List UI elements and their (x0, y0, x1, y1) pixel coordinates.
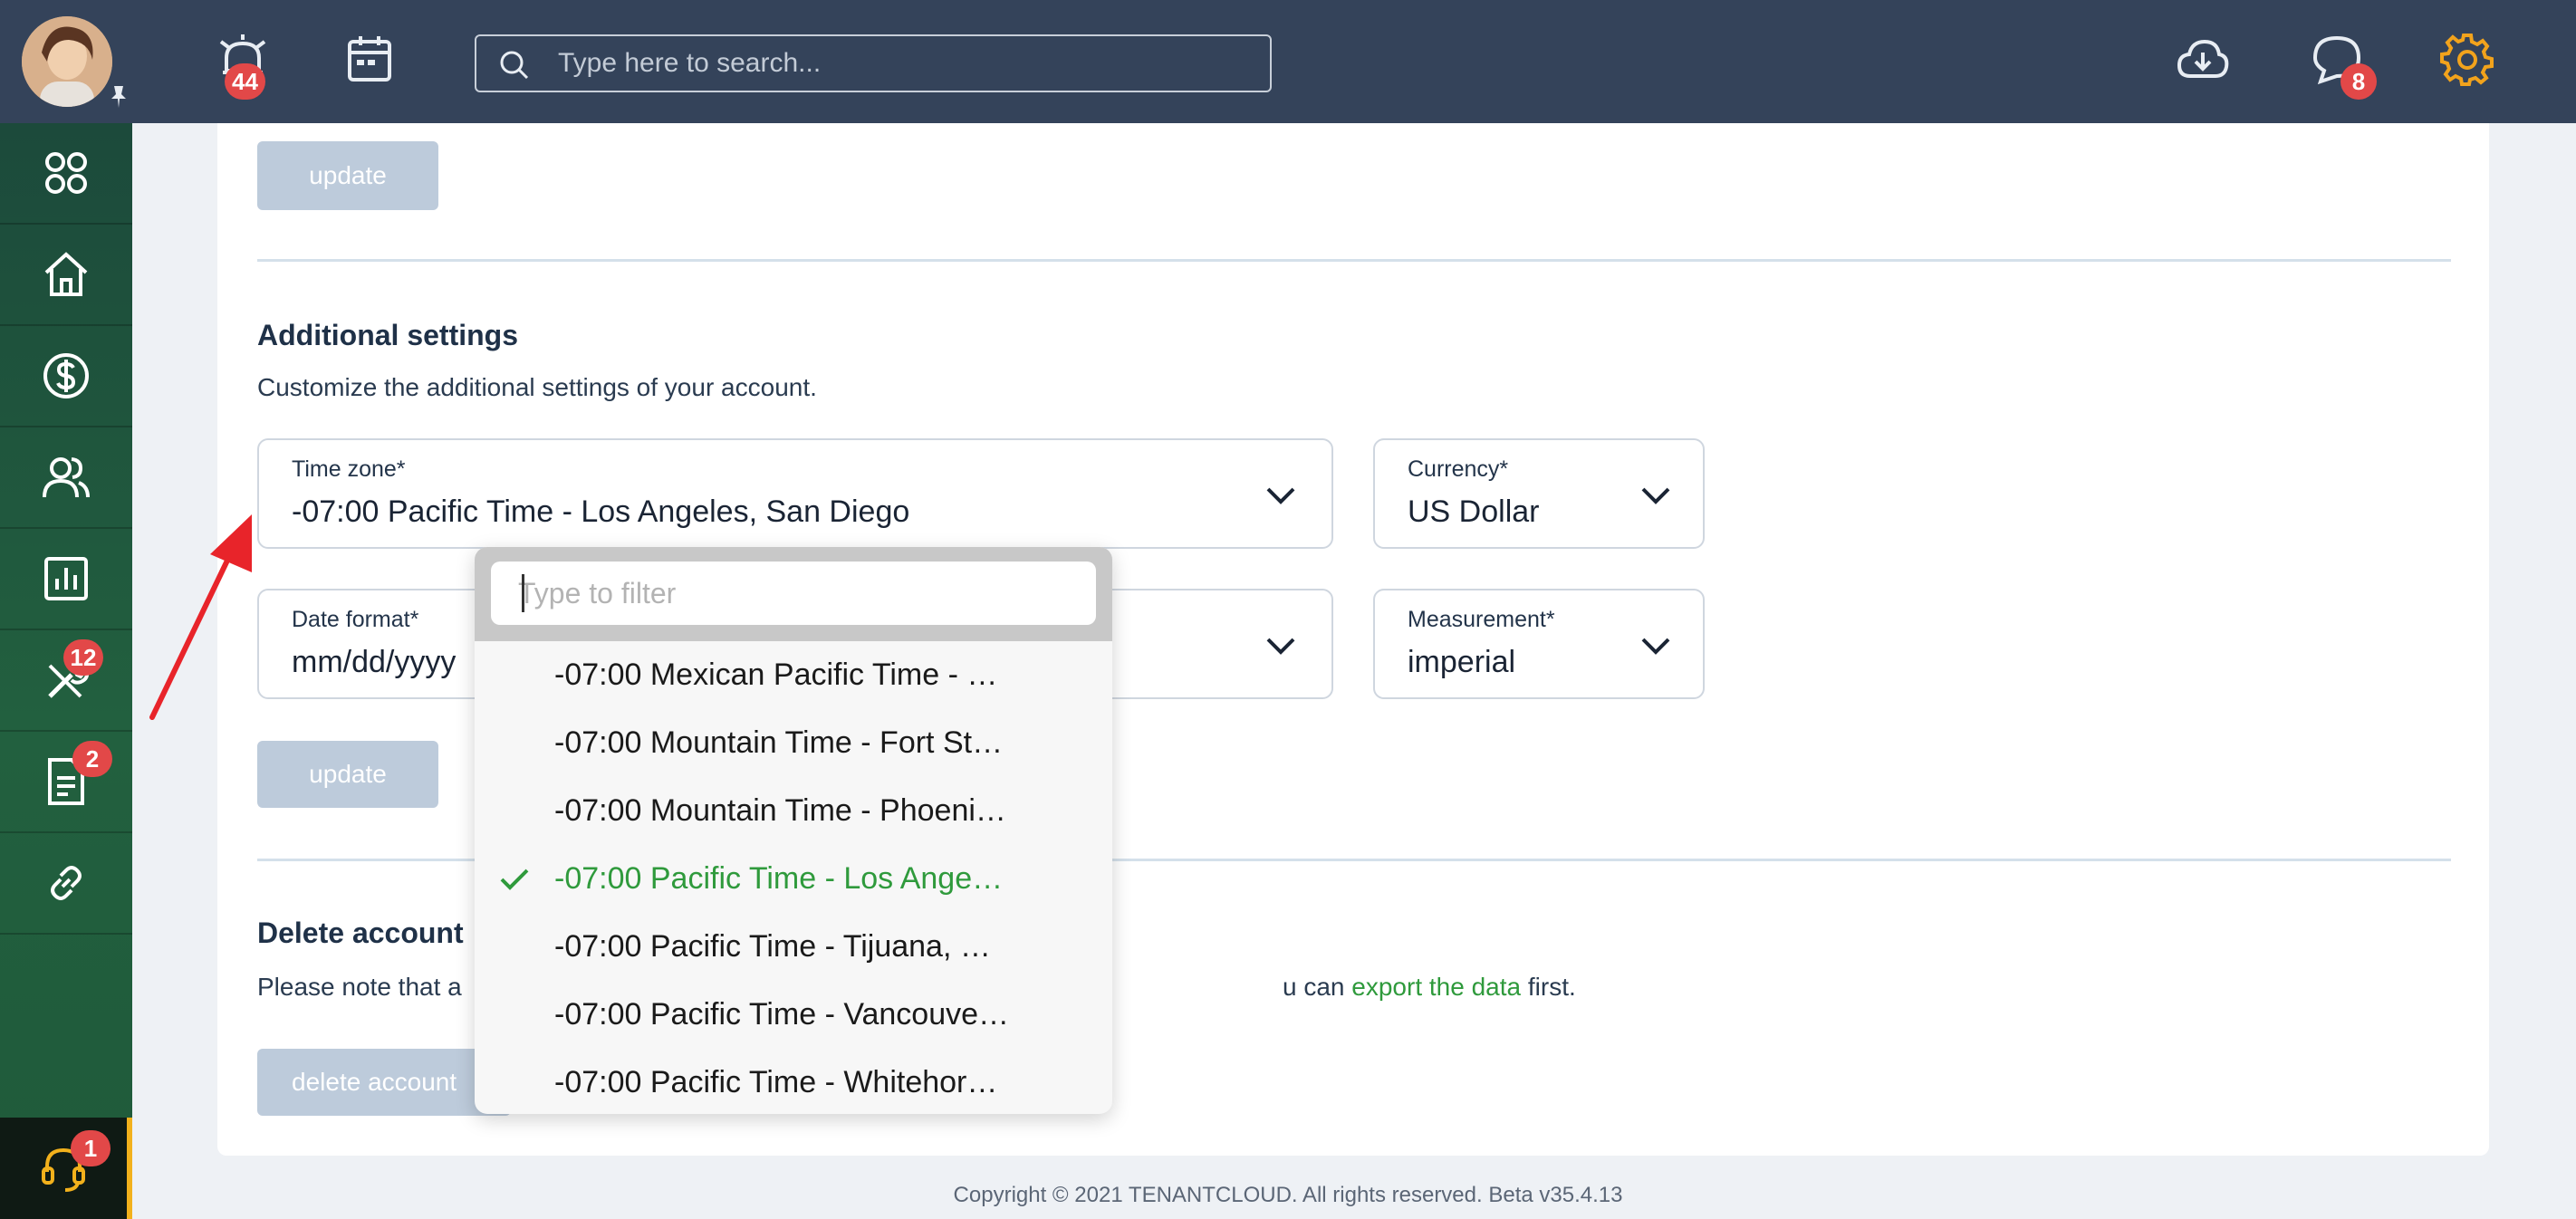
timezone-option-selected[interactable]: -07:00 Pacific Time - Los Ange… (475, 845, 1112, 913)
sidebar-item-dashboard[interactable] (0, 123, 132, 225)
additional-settings-title: Additional settings (257, 319, 518, 351)
search-box[interactable] (475, 34, 1272, 92)
people-icon (43, 457, 90, 498)
currency-value: US Dollar (1408, 494, 1540, 529)
sidebar-item-maintenance[interactable]: 12 (0, 630, 132, 732)
top-bar: 44 8 (0, 0, 2576, 123)
update-button-top[interactable]: update (257, 141, 438, 210)
timezone-option[interactable]: -07:00 Pacific Time - Whitehor… (475, 1049, 1112, 1114)
home-icon (44, 252, 88, 296)
maintenance-badge: 12 (63, 639, 103, 676)
messages-badge: 8 (2341, 63, 2377, 100)
annotation-arrow (149, 514, 252, 720)
export-data-link[interactable]: export the data (1351, 973, 1521, 1001)
timezone-option-label: -07:00 Pacific Time - Tijuana, … (554, 929, 991, 964)
timezone-option-label: -07:00 Mexican Pacific Time - … (554, 657, 998, 692)
delete-account-title: Delete account (257, 917, 464, 949)
calendar-icon[interactable] (341, 31, 399, 89)
timezone-dropdown: -07:00 Mexican Pacific Time - … -07:00 M… (475, 547, 1112, 1114)
update-button[interactable]: update (257, 741, 438, 808)
measurement-value: imperial (1408, 645, 1516, 679)
filter-input[interactable] (491, 562, 1096, 625)
timezone-option[interactable]: -07:00 Pacific Time - Tijuana, … (475, 913, 1112, 981)
timezone-option-label: -07:00 Pacific Time - Vancouve… (554, 997, 1010, 1032)
search-input[interactable] (558, 43, 1246, 83)
sidebar-item-accounting[interactable] (0, 326, 132, 427)
support-badge: 1 (71, 1130, 111, 1166)
timezone-label: Time zone* (292, 456, 406, 482)
currency-select[interactable]: Currency* US Dollar (1373, 438, 1705, 549)
chevron-down-icon (1641, 487, 1670, 504)
apps-icon (45, 152, 87, 194)
additional-settings-description: Customize the additional settings of you… (257, 373, 817, 401)
section-divider (257, 259, 2451, 262)
user-avatar[interactable] (22, 16, 112, 107)
link-icon (51, 866, 82, 900)
dollar-icon (43, 353, 89, 398)
dropdown-filter-area (475, 547, 1112, 641)
timezone-option[interactable]: -07:00 Pacific Time - Vancouve… (475, 981, 1112, 1049)
sidebar: 12 2 1 (0, 123, 132, 1219)
chevron-down-icon (1266, 487, 1295, 504)
timezone-option-label: -07:00 Pacific Time - Los Ange… (554, 861, 1004, 896)
sidebar-item-properties[interactable] (0, 225, 132, 326)
gear-icon[interactable] (2438, 31, 2496, 89)
timezone-option[interactable]: -07:00 Mexican Pacific Time - … (475, 641, 1112, 709)
check-icon (500, 869, 529, 890)
search-icon (500, 51, 529, 80)
sidebar-item-documents[interactable]: 2 (0, 732, 132, 833)
delete-account-text-end: u can export the data first. (1283, 973, 1576, 1002)
timezone-option[interactable]: -07:00 Mountain Time - Phoeni… (475, 777, 1112, 845)
delete-account-button[interactable]: delete account (257, 1049, 511, 1116)
pin-icon (111, 86, 126, 108)
delete-text-mid: u can (1283, 973, 1352, 1001)
sidebar-item-reports[interactable] (0, 529, 132, 630)
delete-text-tail: first. (1521, 973, 1576, 1001)
chart-icon (44, 557, 88, 600)
timezone-option-label: -07:00 Mountain Time - Phoeni… (554, 793, 1006, 828)
sidebar-item-links[interactable] (0, 833, 132, 935)
footer-copyright: Copyright © 2021 TENANTCLOUD. All rights… (953, 1183, 1623, 1207)
timezone-option[interactable]: -07:00 Mountain Time - Fort St… (475, 709, 1112, 777)
currency-label: Currency* (1408, 456, 1509, 482)
timezone-option-label: -07:00 Mountain Time - Fort St… (554, 725, 1004, 760)
sidebar-item-contacts[interactable] (0, 427, 132, 529)
chevron-down-icon (1266, 638, 1295, 655)
cloud-download-icon[interactable] (2174, 31, 2232, 89)
timezone-select[interactable]: Time zone* -07:00 Pacific Time - Los Ang… (257, 438, 1333, 549)
timezone-option-label: -07:00 Pacific Time - Whitehor… (554, 1065, 998, 1099)
timezone-value: -07:00 Pacific Time - Los Angeles, San D… (292, 494, 910, 529)
text-caret (522, 574, 524, 612)
measurement-select[interactable]: Measurement* imperial (1373, 589, 1705, 699)
chevron-down-icon (1641, 638, 1670, 655)
date-format-label: Date format* (292, 607, 419, 632)
alarm-badge: 44 (225, 63, 265, 100)
documents-badge: 2 (72, 741, 112, 777)
date-format-value: mm/dd/yyyy (292, 645, 457, 679)
delete-account-text-start: Please note that a (257, 973, 462, 1001)
measurement-label: Measurement* (1408, 607, 1555, 632)
